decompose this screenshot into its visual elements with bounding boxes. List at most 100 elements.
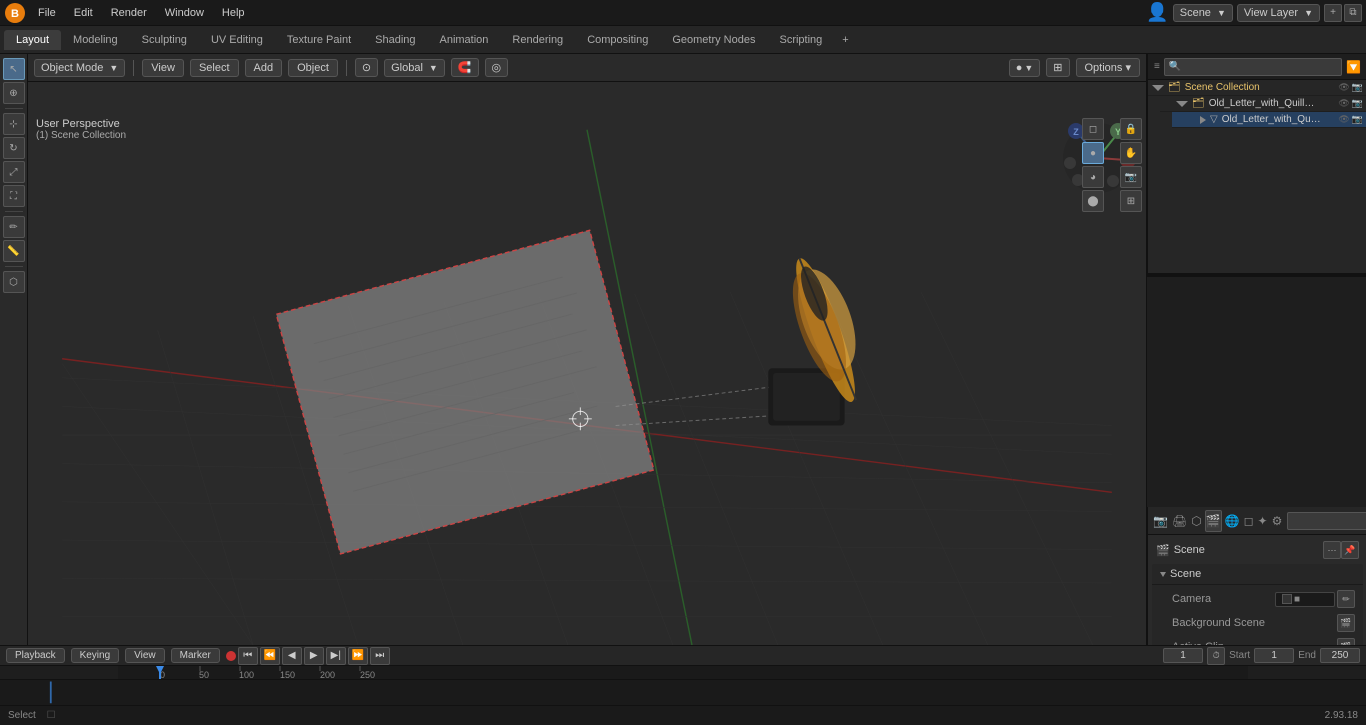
tab-rendering[interactable]: Rendering [500, 30, 575, 50]
pivot-selector[interactable]: ⊙ [355, 58, 378, 77]
camera-edit-btn[interactable]: ✏ [1337, 590, 1355, 608]
tool-move[interactable]: ⊹ [3, 113, 25, 135]
props-particles-icon[interactable]: ✦ [1257, 510, 1269, 532]
outliner-filter-btn[interactable]: 🔽 [1346, 60, 1361, 74]
playback-btn[interactable]: Playback [6, 648, 65, 663]
camera-value[interactable]: ■ [1275, 592, 1335, 607]
tab-uv-editing[interactable]: UV Editing [199, 30, 275, 50]
menu-help[interactable]: Help [214, 5, 253, 21]
tab-layout[interactable]: Layout [4, 30, 61, 50]
obj-group-camera-btn[interactable]: 📷 [1352, 98, 1363, 109]
tool-select[interactable]: ↖ [3, 58, 25, 80]
timeline-tracks[interactable] [0, 679, 1366, 705]
menu-edit[interactable]: Edit [66, 5, 101, 21]
scene-section-header[interactable]: Scene [1152, 564, 1363, 585]
collection-render-btn[interactable]: 📷 [1352, 82, 1363, 93]
tab-scripting[interactable]: Scripting [767, 30, 834, 50]
outliner-filter-icon[interactable]: ≡ [1154, 61, 1160, 72]
tool-annotate[interactable]: ✏ [3, 216, 25, 238]
tool-scale[interactable]: ⤢ [3, 161, 25, 183]
viewport-pan-btn[interactable]: ✋ [1120, 142, 1142, 164]
props-view-layer-icon[interactable]: ⬡ [1190, 510, 1202, 532]
jump-start-btn[interactable]: ⏮ [238, 647, 258, 665]
menu-render[interactable]: Render [103, 5, 155, 21]
transform-selector[interactable]: Global ▼ [384, 59, 445, 77]
start-frame-input[interactable] [1254, 648, 1294, 663]
add-workspace-btn[interactable]: + [834, 32, 856, 48]
viewport-camera-btn[interactable]: 📷 [1120, 166, 1142, 188]
obj-group-visibility-btn[interactable]: 👁 [1338, 98, 1349, 109]
jump-end-btn[interactable]: ⏭ [370, 647, 390, 665]
tab-shading[interactable]: Shading [363, 30, 427, 50]
frame-keying-btn[interactable]: ⏱ [1207, 647, 1225, 665]
vp-add-btn[interactable]: Add [245, 59, 283, 77]
tab-texture-paint[interactable]: Texture Paint [275, 30, 363, 50]
tool-measure[interactable]: 📏 [3, 240, 25, 262]
end-frame-input[interactable] [1320, 648, 1360, 663]
tool-cursor[interactable]: ⊕ [3, 82, 25, 104]
obj-expand-icon[interactable] [1200, 116, 1206, 124]
vp-object-btn[interactable]: Object [288, 59, 338, 77]
tab-modeling[interactable]: Modeling [61, 30, 130, 50]
prev-frame-btn[interactable]: ◀ [282, 647, 302, 665]
obj-group-expand-icon[interactable] [1176, 101, 1188, 107]
props-scene-icon[interactable]: 🎬 [1205, 510, 1222, 532]
next-frame-btn[interactable]: ▶| [326, 647, 346, 665]
background-scene-value-btn[interactable]: 🎬 [1337, 614, 1355, 632]
viewport-grid-btn[interactable]: ⊞ [1120, 190, 1142, 212]
tab-geometry-nodes[interactable]: Geometry Nodes [660, 30, 767, 50]
menu-file[interactable]: File [30, 5, 64, 21]
collection-visibility-btn[interactable]: 👁 [1338, 82, 1349, 93]
outliner-scene-collection[interactable]: 🗂 Scene Collection 👁 📷 [1148, 80, 1366, 96]
next-keyframe-btn[interactable]: ⏩ [348, 647, 368, 665]
outliner-search-input[interactable] [1164, 58, 1342, 76]
current-frame-input[interactable] [1163, 648, 1203, 663]
shading-wireframe-btn[interactable]: ◻ [1082, 118, 1104, 140]
shading-lpe-btn[interactable]: ◕ [1082, 166, 1104, 188]
panel-resize-handle[interactable] [1147, 274, 1366, 277]
props-search-input[interactable] [1287, 512, 1366, 530]
scene-copy-btn[interactable]: ⧉ [1344, 4, 1362, 22]
shading-solid-btn[interactable]: ● [1082, 142, 1104, 164]
viewport-canvas[interactable]: User Perspective (1) Scene Collection Y [28, 82, 1146, 645]
viewport-shading[interactable]: ● ▼ [1009, 59, 1041, 77]
options-btn[interactable]: Options ▾ [1076, 58, 1141, 77]
marker-btn[interactable]: Marker [171, 648, 220, 663]
shading-rendered-btn[interactable]: ⬤ [1082, 190, 1104, 212]
vp-view-btn[interactable]: View [142, 59, 184, 77]
vp-select-btn[interactable]: Select [190, 59, 239, 77]
props-world-icon[interactable]: 🌐 [1224, 510, 1241, 532]
prev-keyframe-btn[interactable]: ⏪ [260, 647, 280, 665]
play-btn[interactable]: ▶ [304, 647, 324, 665]
snapping-selector[interactable]: 🧲 [451, 58, 479, 77]
keying-btn[interactable]: Keying [71, 648, 120, 663]
view-layer-selector[interactable]: View Layer ▼ [1237, 4, 1320, 22]
blender-logo[interactable]: B [4, 2, 26, 24]
viewport-overlays[interactable]: ⊞ [1046, 58, 1069, 77]
collection-expand-icon[interactable] [1152, 85, 1164, 91]
obj-render-btn[interactable]: 📷 [1352, 114, 1363, 125]
view-btn[interactable]: View [125, 648, 165, 663]
scene-options-btn[interactable]: ⋯ [1323, 541, 1341, 559]
tab-compositing[interactable]: Compositing [575, 30, 660, 50]
tool-add[interactable]: ⬡ [3, 271, 25, 293]
tool-rotate[interactable]: ↻ [3, 137, 25, 159]
proportional-selector[interactable]: ◎ [485, 58, 509, 77]
tool-transform[interactable]: ⛶ [3, 185, 25, 207]
obj-visibility-btn[interactable]: 👁 [1338, 114, 1349, 125]
viewport[interactable]: Object Mode ▼ View Select Add Object ⊙ G… [28, 54, 1146, 645]
props-physics-icon[interactable]: ⚙ [1271, 510, 1284, 532]
outliner-obj-group-1[interactable]: 🗂 Old_Letter_with_Quill_Dark_F 👁 📷 [1160, 96, 1366, 112]
scene-pin-btn[interactable]: 📌 [1341, 541, 1359, 559]
active-clip-value-btn[interactable]: 🎬 [1337, 638, 1355, 645]
tab-sculpting[interactable]: Sculpting [130, 30, 199, 50]
object-mode-selector[interactable]: Object Mode ▼ [34, 59, 125, 77]
menu-window[interactable]: Window [157, 5, 212, 21]
props-object-icon[interactable]: ◻ [1243, 510, 1255, 532]
viewport-lock-btn[interactable]: 🔒 [1120, 118, 1142, 140]
frame-ruler[interactable]: 0 50 100 150 200 250 [0, 666, 1366, 679]
scene-selector[interactable]: Scene ▼ [1173, 4, 1233, 22]
outliner-obj-1[interactable]: ▽ Old_Letter_with_Quill_Da 👁 📷 [1172, 112, 1366, 128]
props-output-icon[interactable]: 🖨 [1171, 510, 1188, 532]
scene-new-btn[interactable]: + [1324, 4, 1342, 22]
